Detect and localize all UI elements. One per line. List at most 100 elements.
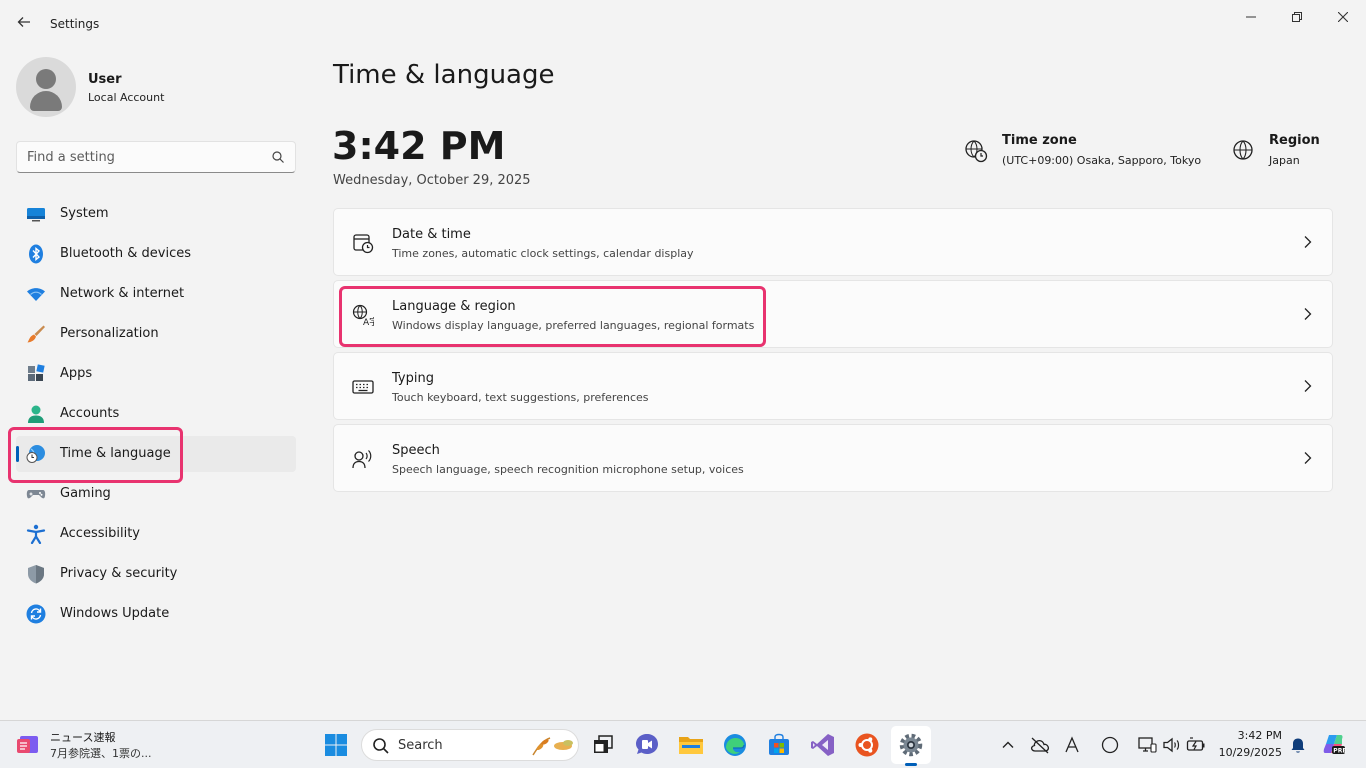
restore-icon	[1292, 12, 1302, 22]
bluetooth-icon	[29, 244, 43, 264]
selection-indicator	[16, 446, 19, 462]
region-value: Japan	[1269, 154, 1300, 167]
chat-button[interactable]	[633, 731, 661, 759]
profile-account-type: Local Account	[88, 91, 165, 104]
news-subtitle[interactable]: 7月参院選、1票の...	[50, 745, 152, 761]
edge-browser-button[interactable]	[721, 731, 749, 759]
visual-studio-button[interactable]	[809, 731, 837, 759]
sidebar-item-label: Bluetooth & devices	[60, 246, 191, 261]
store-button[interactable]	[765, 731, 793, 759]
sidebar-item-label: Accessibility	[60, 526, 140, 541]
ubuntu-button[interactable]	[853, 731, 881, 759]
sidebar-item-network[interactable]: Network & internet	[16, 276, 296, 312]
notifications-button[interactable]	[1288, 735, 1308, 755]
volume-button[interactable]	[1162, 735, 1182, 755]
card-title: Speech	[392, 443, 440, 458]
typing-card[interactable]: Typing Touch keyboard, text suggestions,…	[333, 352, 1333, 420]
input-indicator-button[interactable]	[1062, 735, 1082, 755]
sidebar-item-accessibility[interactable]: Accessibility	[16, 516, 296, 552]
close-icon	[1338, 12, 1348, 22]
chevron-right-icon	[1304, 308, 1312, 320]
search-highlight-art-icon	[532, 737, 573, 756]
search-icon	[373, 738, 389, 754]
date-time-card[interactable]: Date & time Time zones, automatic clock …	[333, 208, 1333, 276]
show-hidden-icons-button[interactable]	[998, 735, 1018, 755]
sidebar-item-windows-update[interactable]: Windows Update	[16, 596, 296, 632]
close-button[interactable]	[1320, 6, 1366, 28]
taskbar-search-label: Search	[398, 738, 443, 753]
visual-studio-icon	[811, 734, 834, 756]
card-subtitle: Speech language, speech recognition micr…	[392, 463, 744, 476]
language-icon: A字	[352, 304, 374, 326]
onedrive-tray-button[interactable]	[1030, 735, 1050, 755]
settings-app-button[interactable]	[897, 731, 925, 759]
sidebar-item-label: Windows Update	[60, 606, 170, 621]
gamepad-icon	[26, 490, 46, 499]
task-view-icon	[594, 735, 613, 753]
accessibility-icon	[26, 524, 46, 544]
cloud-offline-icon	[1030, 737, 1050, 754]
battery-charging-icon	[1186, 737, 1205, 751]
card-title: Typing	[392, 371, 434, 386]
minimize-button[interactable]	[1228, 6, 1274, 28]
taskbar-search[interactable]: Search	[361, 729, 579, 761]
search-input[interactable]	[27, 148, 267, 166]
sidebar-item-bluetooth[interactable]: Bluetooth & devices	[16, 236, 296, 272]
speech-icon	[352, 450, 372, 469]
chevron-up-icon	[1002, 741, 1014, 748]
keyboard-icon	[352, 380, 374, 394]
calendar-clock-icon	[353, 234, 374, 254]
taskbar: ニュース速報 7月参院選、1票の... Search 3:42 PM 10/29…	[0, 720, 1366, 768]
svg-text:A字: A字	[363, 316, 374, 326]
store-icon	[769, 733, 789, 755]
sidebar-item-label: Apps	[60, 366, 93, 381]
time-zone-value: (UTC+09:00) Osaka, Sapporo, Tokyo	[1002, 154, 1202, 167]
search-icon[interactable]	[271, 150, 285, 164]
taskbar-clock-date[interactable]: 10/29/2025	[1218, 746, 1282, 759]
sidebar-item-system[interactable]: System	[16, 196, 296, 232]
shield-icon	[28, 565, 44, 584]
sidebar-item-accounts[interactable]: Accounts	[16, 396, 296, 432]
focus-assist-button[interactable]	[1100, 735, 1120, 755]
current-date: Wednesday, October 29, 2025	[333, 173, 531, 188]
taskbar-clock-time[interactable]: 3:42 PM	[1224, 729, 1282, 742]
region-label: Region	[1269, 133, 1320, 148]
apps-icon	[28, 364, 45, 381]
settings-search[interactable]	[16, 141, 296, 173]
sidebar-item-time-language[interactable]: Time & language	[16, 436, 296, 472]
page-title: Time & language	[333, 60, 555, 90]
news-widget-icon[interactable]	[16, 732, 42, 756]
news-title[interactable]: ニュース速報	[50, 729, 115, 745]
language-region-card[interactable]: A字 Language & region Windows display lan…	[333, 280, 1333, 348]
font-a-icon	[1065, 736, 1079, 753]
time-zone-icon	[965, 140, 988, 163]
start-button[interactable]	[322, 731, 350, 759]
card-subtitle: Time zones, automatic clock settings, ca…	[392, 247, 694, 260]
sidebar-item-gaming[interactable]: Gaming	[16, 476, 296, 512]
title-bar: Settings	[0, 0, 1366, 40]
svg-text:PRE: PRE	[1333, 747, 1346, 754]
sidebar-item-personalization[interactable]: Personalization	[16, 316, 296, 352]
file-explorer-button[interactable]	[677, 731, 705, 759]
speech-card[interactable]: Speech Speech language, speech recogniti…	[333, 424, 1333, 492]
active-app-indicator	[905, 763, 917, 766]
sidebar-item-label: Network & internet	[60, 286, 185, 301]
avatar[interactable]	[16, 57, 76, 117]
sidebar-item-label: Personalization	[60, 326, 159, 341]
copilot-button[interactable]: PRE	[1322, 732, 1346, 756]
task-view-button[interactable]	[589, 731, 617, 759]
person-icon	[28, 405, 44, 423]
app-title: Settings	[50, 17, 100, 31]
edge-browser-icon	[724, 734, 746, 756]
refresh-icon	[26, 604, 46, 624]
bell-icon	[1291, 738, 1305, 753]
back-button[interactable]	[12, 10, 36, 34]
card-subtitle: Windows display language, preferred lang…	[392, 319, 755, 332]
sidebar-item-apps[interactable]: Apps	[16, 356, 296, 392]
restore-button[interactable]	[1274, 6, 1320, 28]
display-tray-button[interactable]	[1137, 735, 1157, 755]
minimize-icon	[1246, 16, 1256, 18]
globe-clock-icon	[26, 445, 45, 463]
sidebar-item-privacy[interactable]: Privacy & security	[16, 556, 296, 592]
battery-button[interactable]	[1186, 735, 1206, 755]
